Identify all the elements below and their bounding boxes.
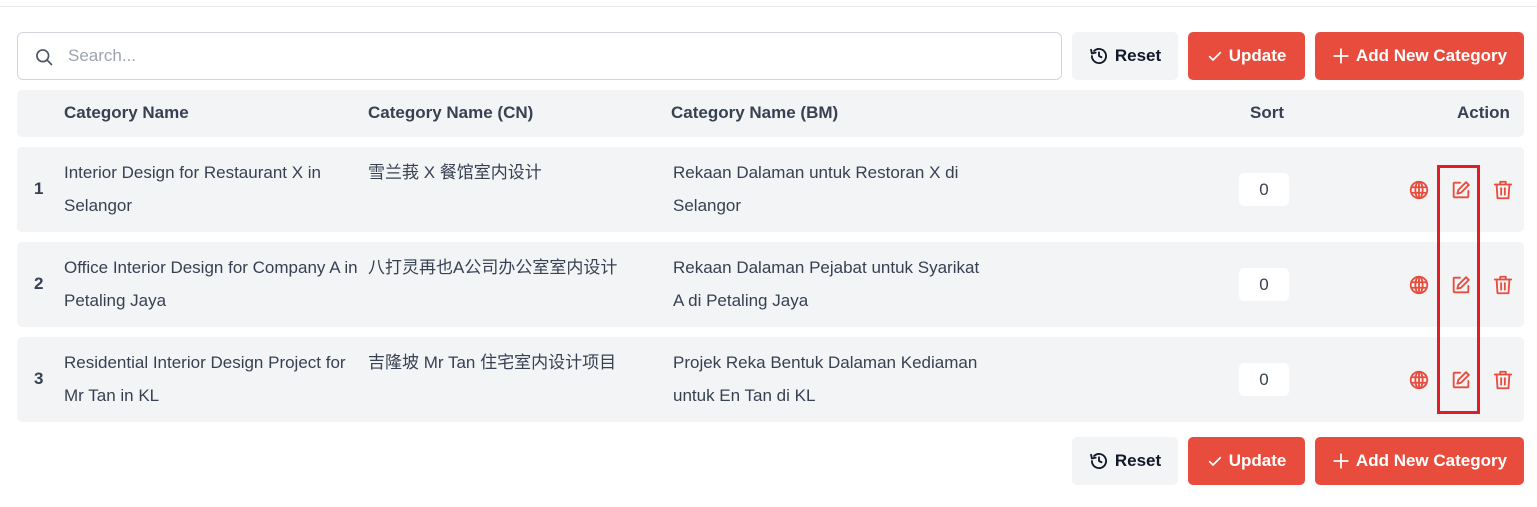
table-row: 3 Residential Interior Design Project fo…: [17, 337, 1524, 422]
category-name: Interior Design for Restaurant X in Sela…: [64, 163, 322, 215]
plus-icon: [1333, 48, 1349, 64]
trash-icon[interactable]: [1492, 179, 1514, 201]
bottom-toolbar: Reset Update Add New Category: [17, 437, 1524, 485]
edit-icon[interactable]: [1450, 179, 1472, 201]
globe-icon[interactable]: [1408, 274, 1430, 296]
trash-icon[interactable]: [1492, 274, 1514, 296]
search-input[interactable]: [68, 33, 1048, 79]
category-name-bm: Rekaan Dalaman untuk Restoran X di Selan…: [673, 163, 959, 215]
row-index: 1: [34, 179, 44, 198]
header-action: Action: [1457, 103, 1510, 122]
sort-input[interactable]: [1239, 173, 1289, 206]
sort-input[interactable]: [1239, 363, 1289, 396]
globe-icon[interactable]: [1408, 179, 1430, 201]
header-sort: Sort: [1250, 103, 1284, 122]
row-index: 3: [34, 369, 44, 388]
table-row: 2 Office Interior Design for Company A i…: [17, 242, 1524, 327]
add-new-category-button[interactable]: Add New Category: [1315, 32, 1524, 80]
category-name-bm: Projek Reka Bentuk Dalaman Kediaman untu…: [673, 353, 978, 405]
top-divider: [0, 6, 1537, 7]
check-icon: [1208, 456, 1221, 466]
reset-button[interactable]: Reset: [1072, 437, 1178, 485]
reset-label: Reset: [1114, 46, 1162, 65]
edit-icon[interactable]: [1450, 369, 1472, 391]
globe-icon[interactable]: [1408, 369, 1430, 391]
reset-label: Reset: [1114, 451, 1162, 470]
history-icon: [1090, 48, 1107, 65]
update-label: Update: [1228, 46, 1287, 65]
history-icon: [1090, 453, 1107, 470]
category-name-cn: 八打灵再也A公司办公室室内设计: [368, 258, 618, 277]
add-new-category-label: Add New Category: [1355, 46, 1508, 65]
row-index: 2: [34, 274, 44, 293]
add-new-category-label: Add New Category: [1355, 451, 1508, 470]
trash-icon[interactable]: [1492, 369, 1514, 391]
plus-icon: [1333, 453, 1349, 469]
sort-input[interactable]: [1239, 268, 1289, 301]
reset-button[interactable]: Reset: [1072, 32, 1178, 80]
category-name: Residential Interior Design Project for …: [64, 353, 346, 405]
update-button[interactable]: Update: [1188, 437, 1305, 485]
category-name-cn: 雪兰莪 X 餐馆室内设计: [368, 163, 542, 182]
table-header: Category Name Category Name (CN) Categor…: [17, 90, 1524, 137]
category-name-cn: 吉隆坡 Mr Tan 住宅室内设计项目: [368, 353, 617, 372]
search-icon: [36, 49, 53, 66]
update-button[interactable]: Update: [1188, 32, 1305, 80]
category-name: Office Interior Design for Company A in …: [64, 258, 358, 310]
add-new-category-button[interactable]: Add New Category: [1315, 437, 1524, 485]
header-category-name: Category Name: [64, 103, 189, 122]
toolbar: Reset Update Add New Category: [17, 32, 1524, 80]
check-icon: [1208, 51, 1221, 61]
edit-icon[interactable]: [1450, 274, 1472, 296]
table-row: 1 Interior Design for Restaurant X in Se…: [17, 147, 1524, 232]
search-box[interactable]: [17, 32, 1062, 80]
header-category-name-cn: Category Name (CN): [368, 103, 534, 122]
category-name-bm: Rekaan Dalaman Pejabat untuk Syarikat A …: [673, 258, 980, 310]
update-label: Update: [1228, 451, 1287, 470]
header-category-name-bm: Category Name (BM): [671, 103, 839, 122]
